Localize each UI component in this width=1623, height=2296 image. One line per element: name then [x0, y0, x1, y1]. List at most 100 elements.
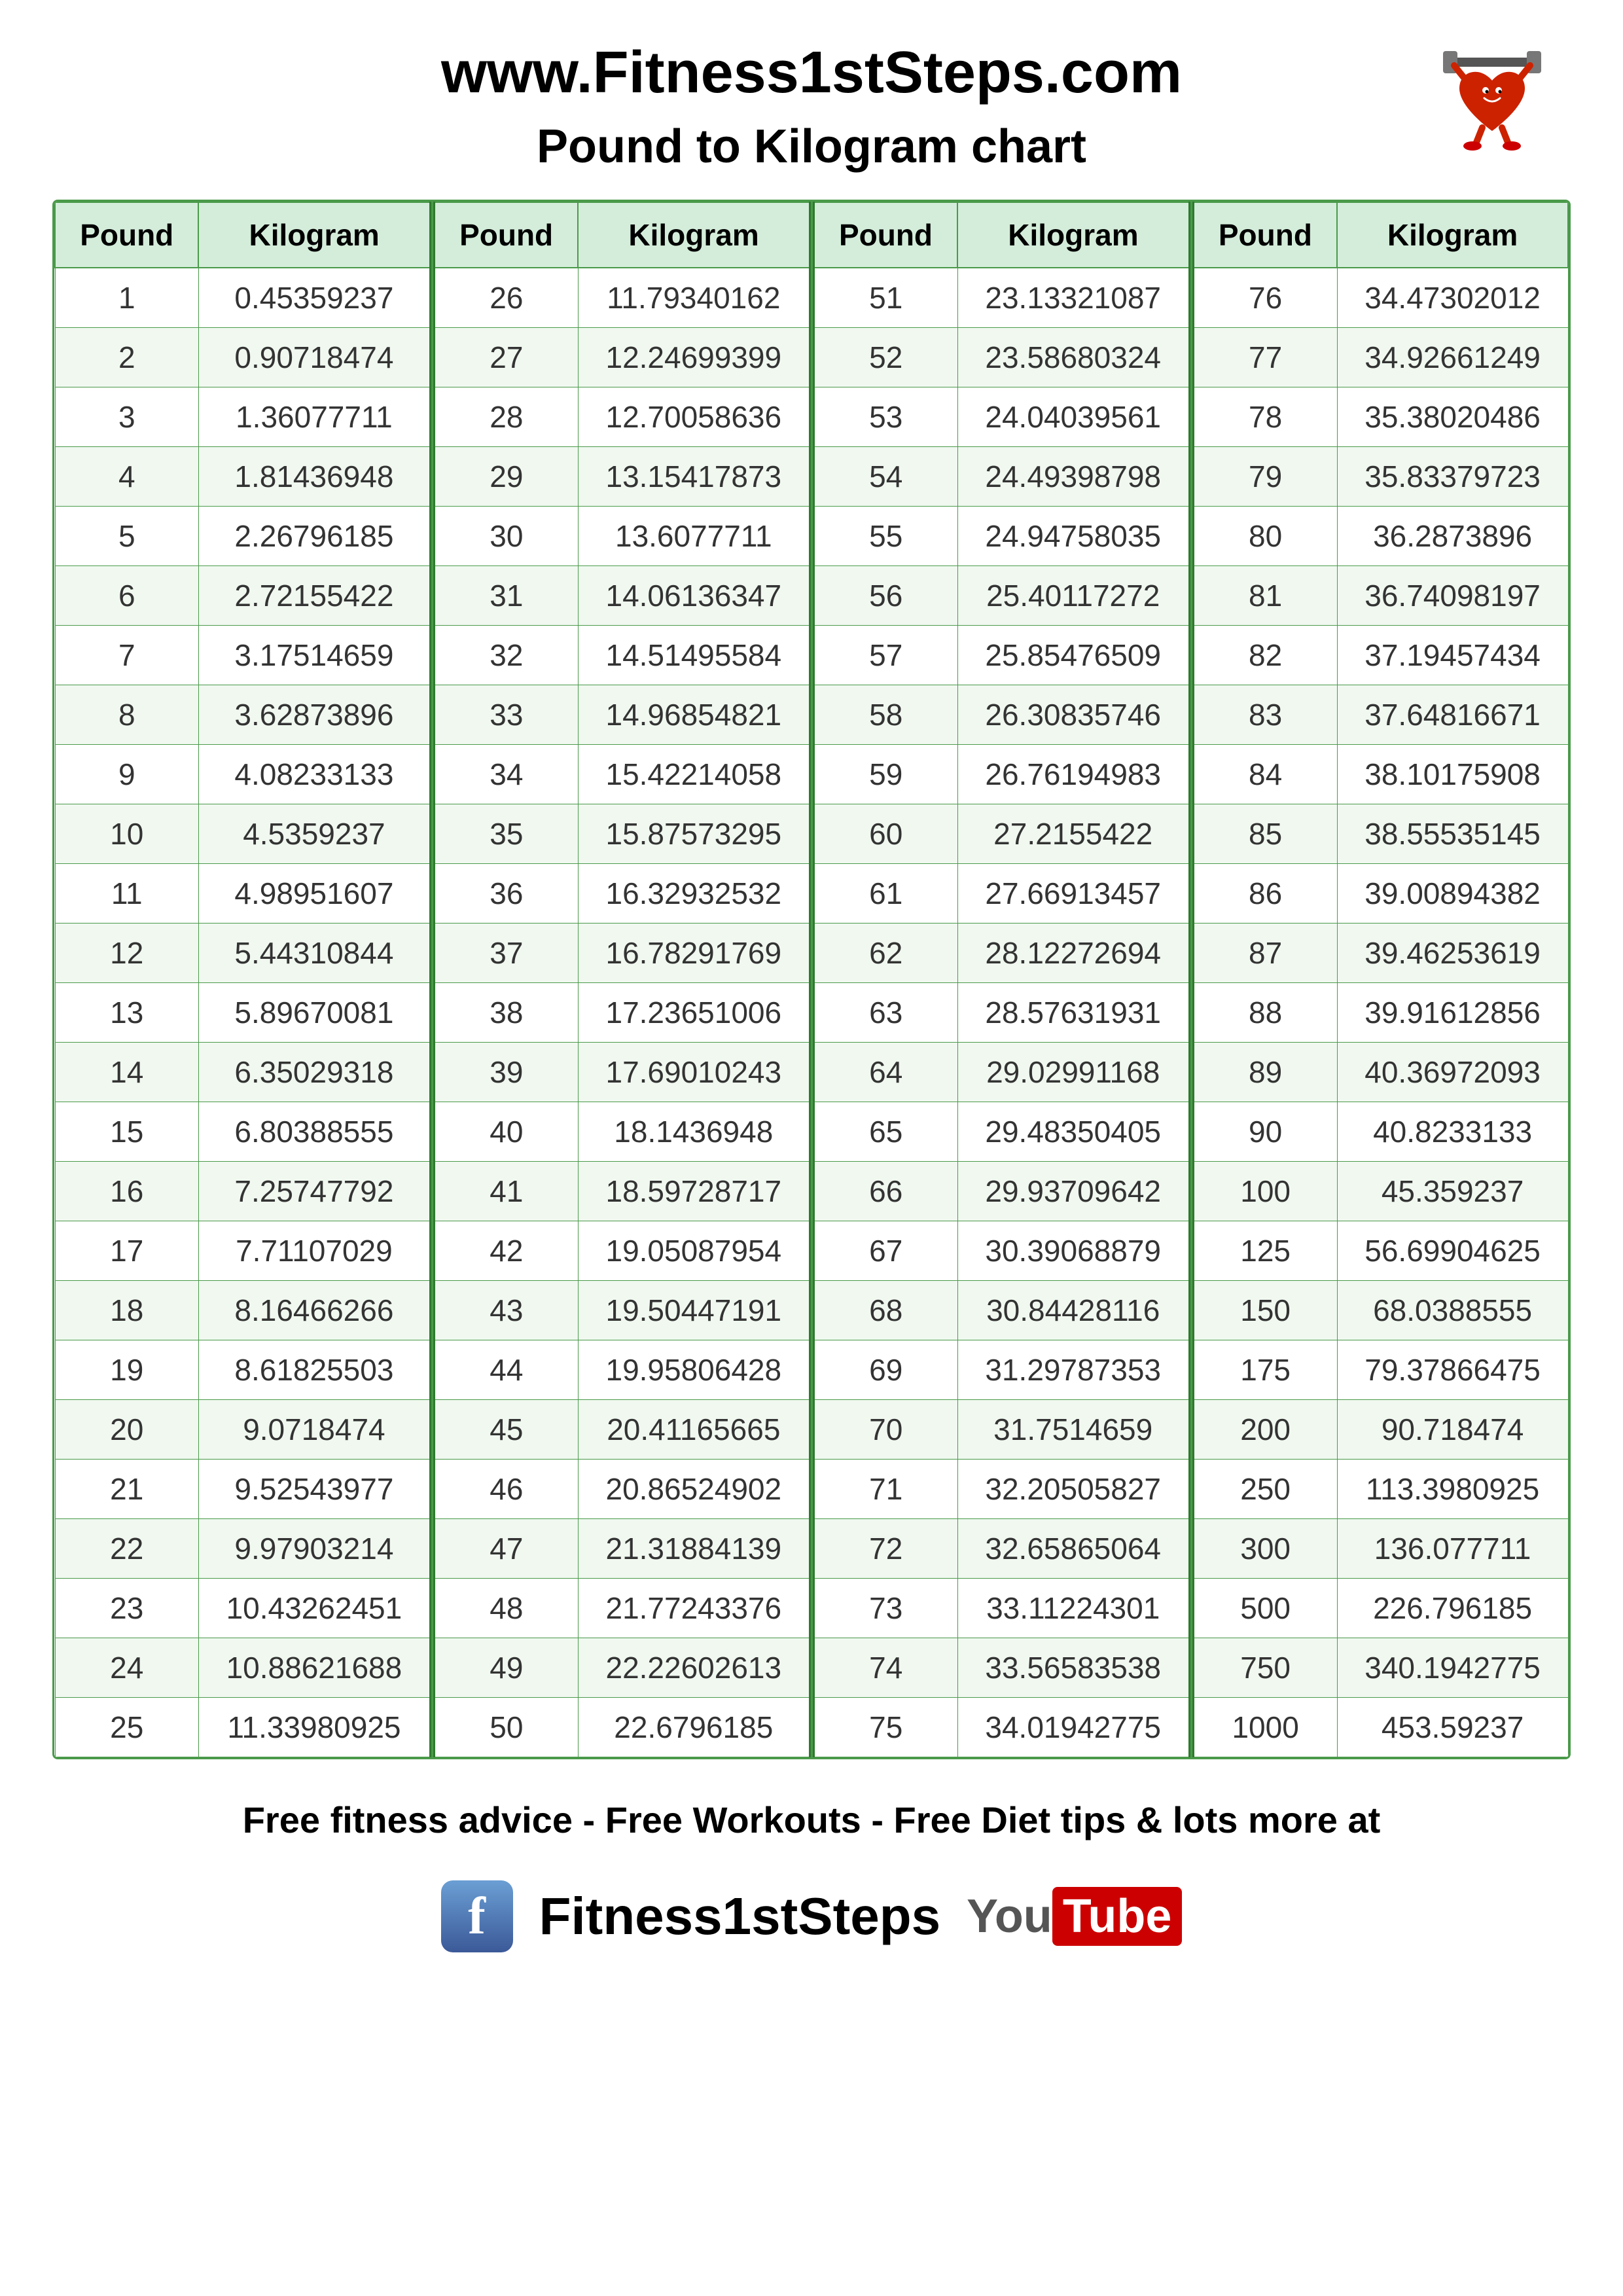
kg-val-col2: 21.31884139 — [578, 1519, 810, 1579]
kg-val-col4: 36.74098197 — [1337, 566, 1568, 626]
pound-val-col1: 24 — [55, 1638, 198, 1698]
pound-val-col3: 55 — [813, 507, 957, 566]
col2-pound-header: Pound — [434, 202, 578, 268]
kg-val-col3: 27.66913457 — [957, 864, 1189, 924]
pound-val-col3: 70 — [813, 1400, 957, 1460]
pound-val-col1: 17 — [55, 1221, 198, 1281]
pound-val-col2: 46 — [434, 1460, 578, 1519]
pound-val-col3: 63 — [813, 983, 957, 1043]
pound-val-col3: 60 — [813, 804, 957, 864]
pound-val-col4: 77 — [1193, 328, 1337, 387]
kg-val-col1: 7.71107029 — [198, 1221, 430, 1281]
kg-val-col2: 12.24699399 — [578, 328, 810, 387]
kg-val-col1: 8.16466266 — [198, 1281, 430, 1340]
table-row: 229.979032144721.318841397232.6586506430… — [55, 1519, 1568, 1579]
youtube-tube: Tube — [1052, 1887, 1183, 1946]
kg-val-col2: 17.23651006 — [578, 983, 810, 1043]
table-row: 156.803885554018.14369486529.48350405904… — [55, 1102, 1568, 1162]
kg-val-col4: 34.92661249 — [1337, 328, 1568, 387]
table-row: 125.443108443716.782917696228.1227269487… — [55, 924, 1568, 983]
table-row: 2511.339809255022.67961857534.0194277510… — [55, 1698, 1568, 1757]
pound-val-col4: 250 — [1193, 1460, 1337, 1519]
table-row: 83.628738963314.968548215826.30835746833… — [55, 685, 1568, 745]
pound-val-col2: 31 — [434, 566, 578, 626]
kg-val-col3: 33.56583538 — [957, 1638, 1189, 1698]
pound-val-col4: 82 — [1193, 626, 1337, 685]
table-row: 177.711070294219.050879546730.3906887912… — [55, 1221, 1568, 1281]
kg-val-col1: 1.36077711 — [198, 387, 430, 447]
kg-val-col3: 24.49398798 — [957, 447, 1189, 507]
kg-val-col2: 21.77243376 — [578, 1579, 810, 1638]
pound-val-col1: 6 — [55, 566, 198, 626]
table-row: 135.896700813817.236510066328.5763193188… — [55, 983, 1568, 1043]
page-wrapper: www.Fitness1stSteps.com — [52, 39, 1571, 1952]
pound-val-col4: 175 — [1193, 1340, 1337, 1400]
pound-val-col2: 27 — [434, 328, 578, 387]
pound-val-col1: 22 — [55, 1519, 198, 1579]
pound-val-col2: 33 — [434, 685, 578, 745]
pound-val-col2: 37 — [434, 924, 578, 983]
logo-area — [1440, 46, 1544, 154]
pound-val-col4: 89 — [1193, 1043, 1337, 1102]
kg-val-col4: 45.359237 — [1337, 1162, 1568, 1221]
pound-val-col3: 61 — [813, 864, 957, 924]
pound-val-col4: 500 — [1193, 1579, 1337, 1638]
table-row: 41.814369482913.154178735424.49398798793… — [55, 447, 1568, 507]
kg-val-col1: 4.5359237 — [198, 804, 430, 864]
facebook-icon[interactable]: f — [441, 1880, 513, 1952]
kg-val-col4: 90.718474 — [1337, 1400, 1568, 1460]
kg-val-col1: 5.44310844 — [198, 924, 430, 983]
heart-logo-icon — [1440, 46, 1544, 151]
pound-val-col1: 4 — [55, 447, 198, 507]
kg-val-col1: 5.89670081 — [198, 983, 430, 1043]
pound-val-col1: 10 — [55, 804, 198, 864]
pound-val-col1: 11 — [55, 864, 198, 924]
kg-val-col1: 2.26796185 — [198, 507, 430, 566]
pound-val-col2: 45 — [434, 1400, 578, 1460]
pound-val-col3: 68 — [813, 1281, 957, 1340]
youtube-badge[interactable]: You Tube — [967, 1887, 1182, 1946]
table-row: 73.175146593214.514955845725.85476509823… — [55, 626, 1568, 685]
table-row: 104.53592373515.875732956027.21554228538… — [55, 804, 1568, 864]
kg-val-col1: 3.17514659 — [198, 626, 430, 685]
pound-val-col4: 79 — [1193, 447, 1337, 507]
pound-val-col1: 1 — [55, 268, 198, 328]
pound-val-col1: 5 — [55, 507, 198, 566]
pound-val-col1: 7 — [55, 626, 198, 685]
pound-val-col2: 43 — [434, 1281, 578, 1340]
kg-val-col4: 37.64816671 — [1337, 685, 1568, 745]
pound-val-col3: 73 — [813, 1579, 957, 1638]
kg-val-col4: 35.83379723 — [1337, 447, 1568, 507]
kg-val-col3: 32.65865064 — [957, 1519, 1189, 1579]
pound-val-col4: 76 — [1193, 268, 1337, 328]
header-row: Pound Kilogram Pound Kilogram Pound Kilo… — [55, 202, 1568, 268]
pound-val-col4: 85 — [1193, 804, 1337, 864]
table-header: Pound Kilogram Pound Kilogram Pound Kilo… — [55, 202, 1568, 268]
pound-val-col4: 83 — [1193, 685, 1337, 745]
pound-val-col4: 750 — [1193, 1638, 1337, 1698]
pound-val-col2: 42 — [434, 1221, 578, 1281]
pound-val-col3: 67 — [813, 1221, 957, 1281]
site-url: www.Fitness1stSteps.com — [52, 39, 1571, 107]
pound-val-col2: 36 — [434, 864, 578, 924]
pound-val-col3: 74 — [813, 1638, 957, 1698]
kg-val-col3: 25.85476509 — [957, 626, 1189, 685]
kg-val-col2: 16.78291769 — [578, 924, 810, 983]
pound-val-col4: 86 — [1193, 864, 1337, 924]
kg-val-col4: 226.796185 — [1337, 1579, 1568, 1638]
col4-pound-header: Pound — [1193, 202, 1337, 268]
kg-val-col1: 4.08233133 — [198, 745, 430, 804]
kg-val-col2: 19.95806428 — [578, 1340, 810, 1400]
kg-val-col1: 0.45359237 — [198, 268, 430, 328]
kg-val-col2: 14.06136347 — [578, 566, 810, 626]
pound-val-col4: 1000 — [1193, 1698, 1337, 1757]
pound-val-col3: 51 — [813, 268, 957, 328]
pound-val-col2: 50 — [434, 1698, 578, 1757]
pound-val-col1: 23 — [55, 1579, 198, 1638]
pound-val-col2: 44 — [434, 1340, 578, 1400]
brand-name: Fitness1stSteps — [539, 1886, 941, 1946]
kg-val-col2: 15.87573295 — [578, 804, 810, 864]
kg-val-col3: 34.01942775 — [957, 1698, 1189, 1757]
pound-val-col2: 41 — [434, 1162, 578, 1221]
pound-val-col2: 34 — [434, 745, 578, 804]
